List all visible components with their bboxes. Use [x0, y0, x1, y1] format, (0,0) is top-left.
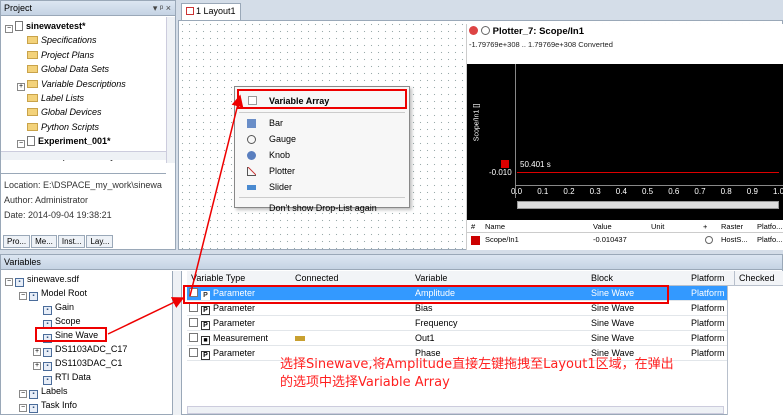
arrow-amplitude-to-menu [189, 94, 244, 297]
annotation-line-2: 的选项中选择Variable Array [280, 375, 450, 390]
annotation-text: 选择Sinewave,将Amplitude直接左键拖拽至Layout1区域，在弹… [280, 356, 750, 392]
arrow-sine-to-amplitude [107, 297, 185, 335]
annotation-line-1: 选择Sinewave,将Amplitude直接左键拖拽至Layout1区域，在弹… [280, 357, 674, 372]
annotation-arrows [107, 94, 244, 335]
